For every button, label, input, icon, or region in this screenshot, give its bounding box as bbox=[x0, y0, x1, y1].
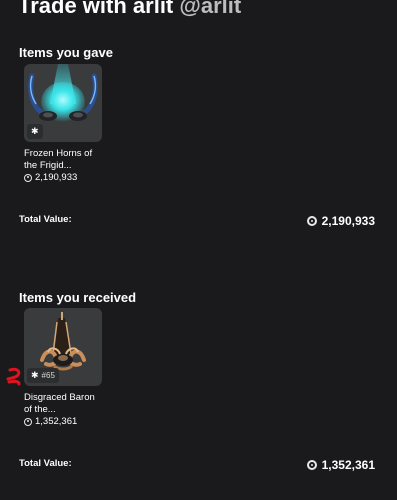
received-total-value: 1,352,361 bbox=[306, 458, 375, 472]
gave-total-label: Total Value: bbox=[19, 214, 72, 225]
item-value: 1,352,361 bbox=[24, 416, 104, 427]
limited-star-icon: ✱ bbox=[31, 370, 39, 380]
items-received-heading: Items you received bbox=[19, 290, 137, 305]
robux-icon bbox=[24, 173, 32, 182]
item-value: 2,190,933 bbox=[24, 172, 104, 183]
item-value-amount: 2,190,933 bbox=[35, 172, 78, 183]
robux-icon bbox=[24, 417, 32, 426]
limited-badge: ✱ #65 bbox=[27, 368, 59, 383]
items-gave-heading: Items you gave bbox=[19, 45, 113, 60]
item-thumbnail[interactable]: ✱ bbox=[24, 64, 102, 142]
limited-badge: ✱ bbox=[27, 124, 43, 139]
item-name[interactable]: Disgraced Baron of the... bbox=[24, 392, 104, 415]
page-title-text: Trade with arlit bbox=[18, 0, 174, 18]
trade-partner-handle[interactable]: @arlit bbox=[179, 0, 241, 18]
robux-icon bbox=[306, 216, 317, 226]
received-total-label: Total Value: bbox=[19, 458, 72, 469]
gave-total-value: 2,190,933 bbox=[306, 214, 375, 228]
received-item-card[interactable]: ✱ #65 Disgraced Baron of the... 1,352,36… bbox=[24, 308, 104, 427]
robux-icon bbox=[306, 460, 317, 470]
red-annotation-mark bbox=[6, 367, 21, 386]
item-value-amount: 1,352,361 bbox=[35, 416, 78, 427]
serial-number: #65 bbox=[41, 371, 55, 380]
item-name[interactable]: Frozen Horns of the Frigid... bbox=[24, 148, 104, 171]
limited-star-icon: ✱ bbox=[31, 126, 39, 136]
item-thumbnail[interactable]: ✱ #65 bbox=[24, 308, 102, 386]
gave-total-amount: 2,190,933 bbox=[321, 214, 375, 228]
gave-item-card[interactable]: ✱ Frozen Horns of the Frigid... 2,190,93… bbox=[24, 64, 104, 183]
received-total-amount: 1,352,361 bbox=[321, 458, 375, 472]
page-title: Trade with arlit @arlit bbox=[18, 0, 241, 19]
